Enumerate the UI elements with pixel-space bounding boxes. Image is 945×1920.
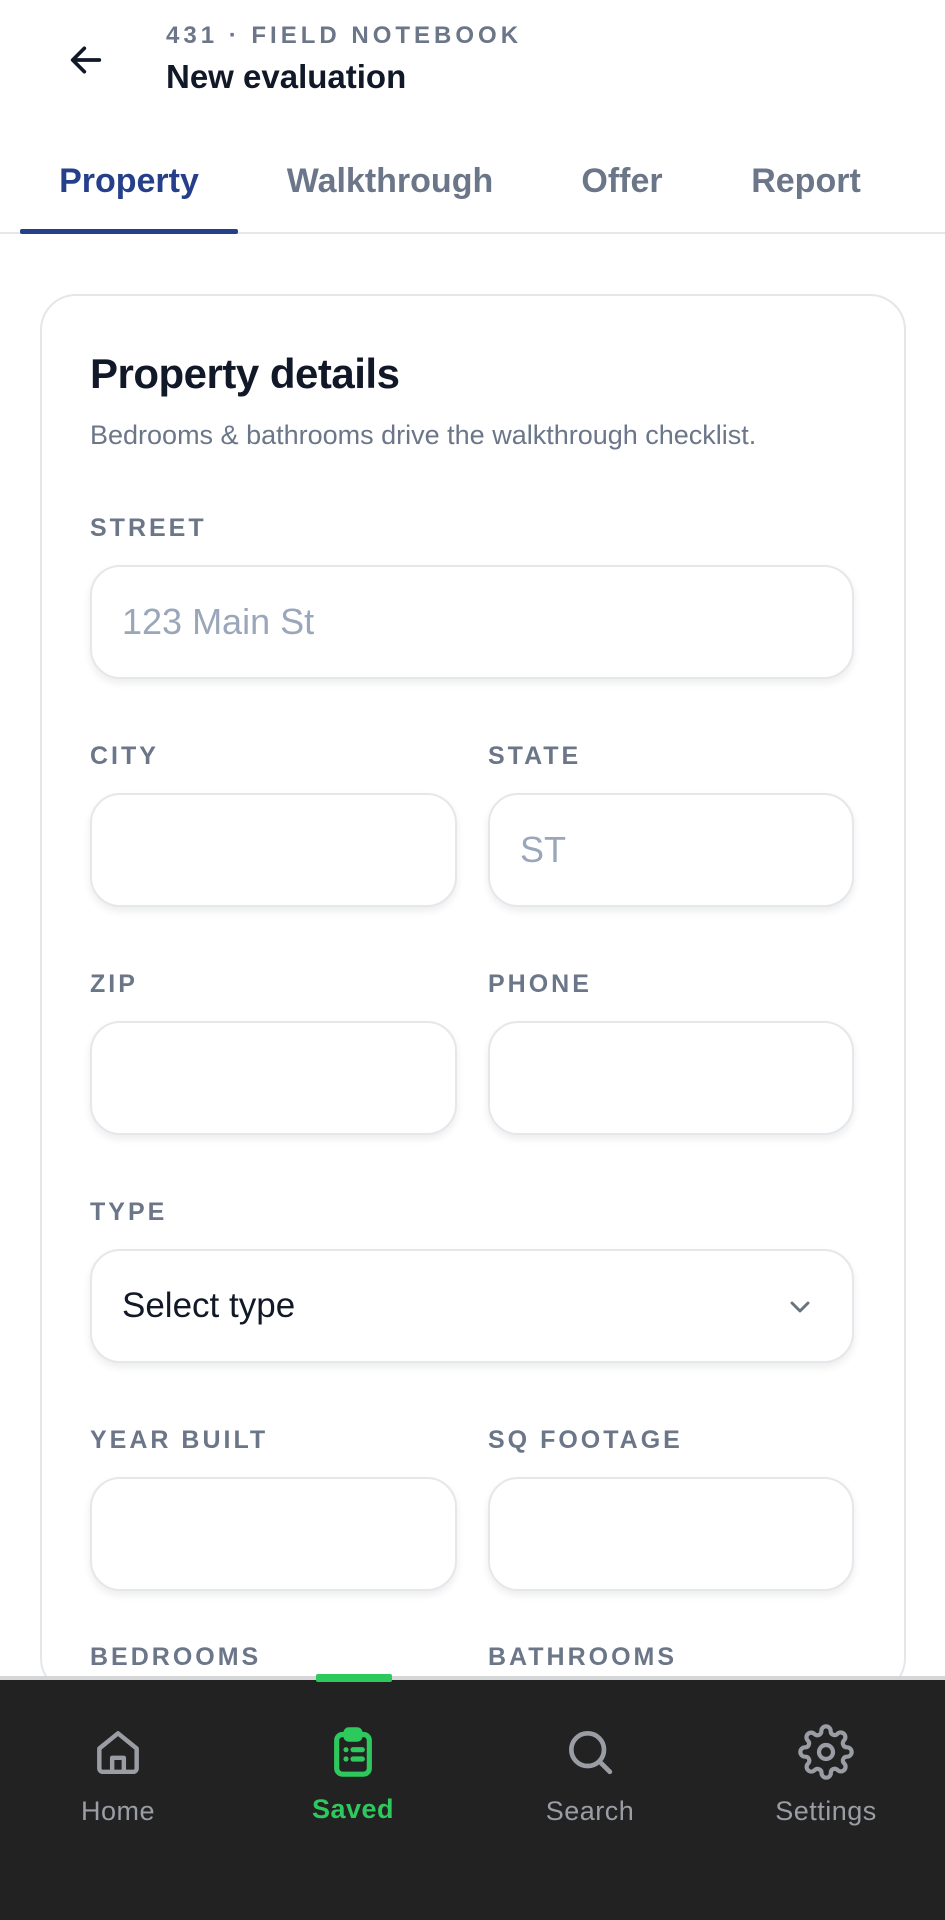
zip-label: ZIP (90, 970, 138, 998)
nav-home-label: Home (80, 1796, 156, 1826)
nav-search-label: Search (545, 1796, 635, 1826)
state-input[interactable]: ST (488, 793, 854, 907)
app-header: 431 · FIELD NOTEBOOK New evaluation (0, 0, 945, 120)
nav-settings[interactable]: Settings (736, 1710, 916, 1850)
phone-label: PHONE (488, 970, 592, 998)
street-input[interactable]: 123 Main St (90, 565, 854, 679)
sq-footage-label: SQ FOOTAGE (488, 1426, 683, 1454)
tab-offer[interactable]: Offer (560, 130, 684, 232)
tab-bar: Property Walkthrough Offer Report (0, 130, 945, 234)
tab-report[interactable]: Report (730, 130, 882, 232)
page-title: New evaluation (166, 58, 407, 95)
zip-input[interactable] (90, 1021, 457, 1135)
nav-search[interactable]: Search (500, 1710, 680, 1850)
type-select[interactable]: Select type (90, 1249, 854, 1363)
tab-property[interactable]: Property (20, 130, 238, 234)
city-input[interactable] (90, 793, 457, 907)
nav-saved-label: Saved (311, 1794, 395, 1824)
state-label: STATE (488, 742, 582, 770)
back-button[interactable] (56, 30, 116, 90)
tab-walkthrough[interactable]: Walkthrough (270, 130, 510, 232)
home-icon (97, 1731, 139, 1775)
card-subtitle: Bedrooms & bathrooms drive the walkthrou… (90, 420, 757, 450)
active-nav-indicator (316, 1674, 392, 1682)
card-title: Property details (90, 350, 400, 397)
sq-footage-input[interactable] (488, 1477, 854, 1591)
street-placeholder: 123 Main St (122, 601, 315, 642)
type-select-value: Select type (122, 1286, 296, 1325)
header-eyebrow: 431 · FIELD NOTEBOOK (166, 22, 523, 49)
clipboard-list-icon (334, 1727, 372, 1777)
gear-icon (798, 1724, 854, 1780)
city-label: CITY (90, 742, 159, 770)
phone-input[interactable] (488, 1021, 854, 1135)
chevron-down-icon (790, 1301, 810, 1313)
street-label: STREET (90, 514, 207, 542)
year-built-input[interactable] (90, 1477, 457, 1591)
bathrooms-label: BATHROOMS (488, 1643, 678, 1671)
arrow-left-icon (70, 46, 102, 74)
nav-saved[interactable]: Saved (263, 1710, 443, 1850)
year-built-label: YEAR BUILT (90, 1426, 269, 1454)
type-label: TYPE (90, 1198, 168, 1226)
bottom-nav: Home Saved Search Settings (0, 1676, 945, 1920)
bedrooms-label: BEDROOMS (90, 1643, 262, 1671)
nav-home[interactable]: Home (28, 1710, 208, 1850)
state-placeholder: ST (520, 829, 567, 870)
search-icon (569, 1731, 613, 1775)
nav-settings-label: Settings (775, 1796, 877, 1826)
